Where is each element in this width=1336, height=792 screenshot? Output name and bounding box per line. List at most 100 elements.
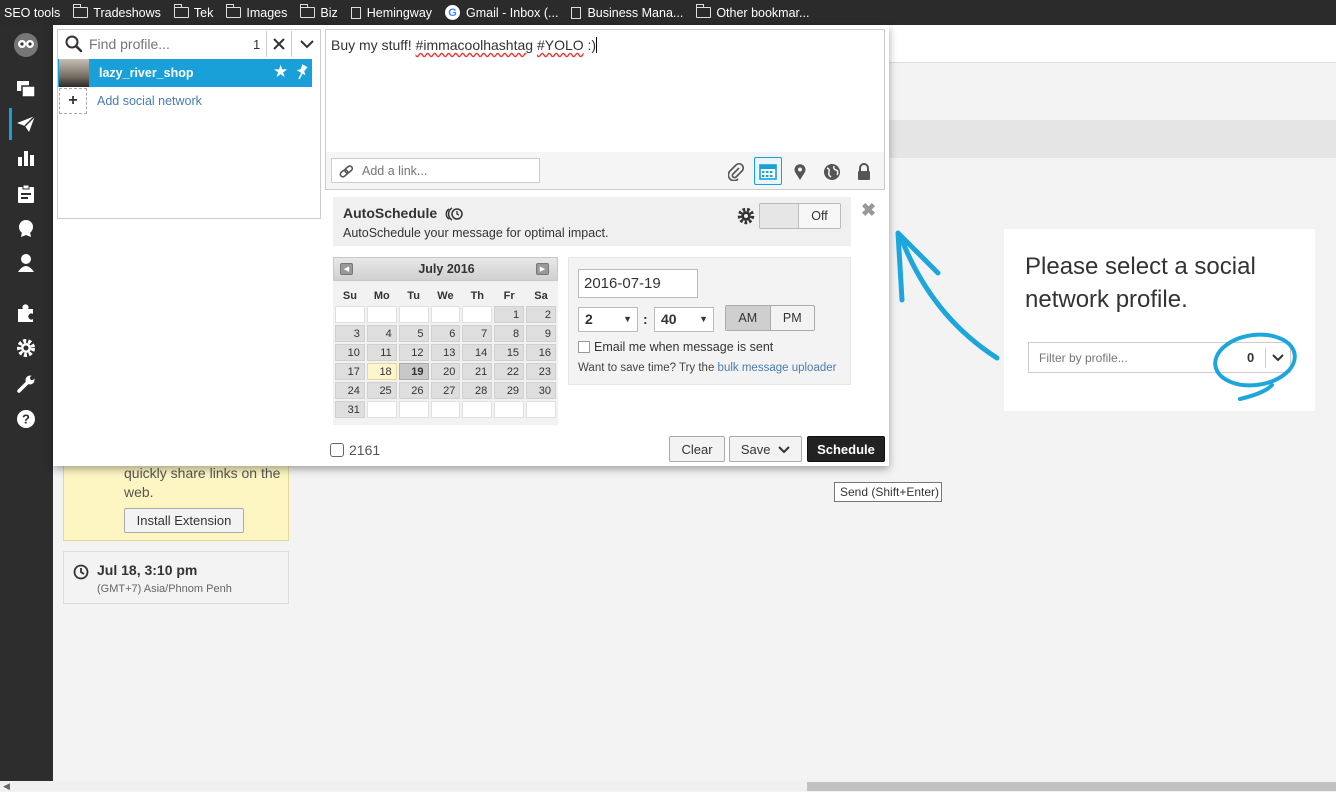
calendar-day[interactable]: 19 <box>398 363 429 380</box>
calendar-day[interactable]: 23 <box>526 363 556 380</box>
filter-profile-input[interactable] <box>1029 343 1219 372</box>
minute-select[interactable]: 40 ▼ <box>654 307 714 332</box>
calendar-day[interactable]: 31 <box>335 401 365 418</box>
calendar-day[interactable]: 15 <box>494 344 525 361</box>
instagram-icon <box>330 443 344 457</box>
calendar-day[interactable]: 1 <box>494 306 525 323</box>
calendar-icon[interactable] <box>754 157 782 185</box>
bookmark-other[interactable]: Other bookmar... <box>696 4 809 20</box>
calendar-day[interactable]: 13 <box>430 344 461 361</box>
tools-icon[interactable] <box>12 370 40 398</box>
schedule-button[interactable]: Schedule <box>807 436 885 462</box>
calendar-day[interactable]: 11 <box>366 344 397 361</box>
bookmark-business-manager[interactable]: Business Mana... <box>571 6 683 20</box>
clear-profiles-icon[interactable] <box>266 31 291 57</box>
contacts-icon[interactable] <box>12 249 40 277</box>
message-text[interactable]: Buy my stuff! #immacoolhashtag #YOLO :) <box>331 37 598 53</box>
hour-select[interactable]: 2 ▼ <box>578 307 638 332</box>
am-button[interactable]: AM <box>726 306 771 330</box>
bulk-uploader-link[interactable]: bulk message uploader <box>718 362 837 374</box>
chevron-down-icon[interactable] <box>1265 348 1289 368</box>
calendar-day[interactable]: 7 <box>462 325 493 342</box>
calendar-day[interactable]: 6 <box>430 325 461 342</box>
bookmark-images[interactable]: Images <box>226 4 287 20</box>
svg-text:?: ? <box>22 412 30 427</box>
apps-icon[interactable] <box>12 299 40 327</box>
calendar-day[interactable]: 20 <box>430 363 461 380</box>
calendar-day[interactable]: 9 <box>526 325 556 342</box>
pin-icon[interactable] <box>295 64 309 83</box>
calendar-header: ◀ July 2016 ▶ <box>333 257 558 281</box>
calendar-day[interactable]: 8 <box>494 325 525 342</box>
weekday-label: Sa <box>534 290 548 302</box>
calendar-day[interactable]: 22 <box>494 363 525 380</box>
date-input[interactable] <box>578 269 698 298</box>
star-icon[interactable]: ★ <box>273 62 288 82</box>
gear-icon[interactable] <box>737 207 755 228</box>
save-button[interactable]: Save <box>729 436 802 462</box>
calendar-day[interactable]: 27 <box>430 382 461 399</box>
profile-item[interactable]: lazy_river_shop ★ <box>58 59 312 87</box>
calendar-day[interactable]: 21 <box>462 363 493 380</box>
email-notify-checkbox[interactable] <box>578 341 590 353</box>
calendar-empty-cell <box>430 401 461 418</box>
calendar-day[interactable]: 4 <box>366 325 397 342</box>
next-month-icon[interactable]: ▶ <box>536 263 549 275</box>
calendar-day[interactable]: 5 <box>398 325 429 342</box>
publisher-icon[interactable] <box>12 110 40 138</box>
attachment-icon[interactable] <box>723 159 749 185</box>
calendar-day[interactable]: 17 <box>335 363 365 380</box>
add-social-network-link[interactable]: Add social network <box>97 94 202 108</box>
campaigns-icon[interactable] <box>12 214 40 242</box>
calendar-day[interactable]: 26 <box>398 382 429 399</box>
lock-icon[interactable] <box>851 159 877 185</box>
help-icon[interactable]: ? <box>12 405 40 433</box>
bookmark-seo-tools[interactable]: SEO tools <box>4 6 60 20</box>
calendar-day[interactable]: 14 <box>462 344 493 361</box>
analytics-icon[interactable] <box>12 144 40 172</box>
globe-icon[interactable] <box>819 159 845 185</box>
find-profile-input[interactable] <box>89 33 239 55</box>
assignments-icon[interactable] <box>12 180 40 208</box>
link-field[interactable] <box>331 158 540 183</box>
autoschedule-toggle[interactable]: Off <box>759 203 841 229</box>
streams-icon[interactable] <box>12 75 40 103</box>
timezone-label: (GMT+7) Asia/Phnom Penh <box>97 583 232 595</box>
header-band <box>885 120 1336 158</box>
annotation-arrowhead <box>895 230 941 303</box>
bookmark-tek[interactable]: Tek <box>173 4 213 20</box>
calendar-day[interactable]: 25 <box>366 382 397 399</box>
clear-button[interactable]: Clear <box>669 436 725 462</box>
add-link-input[interactable] <box>362 159 537 182</box>
bookmark-gmail[interactable]: G Gmail - Inbox (... <box>445 5 558 20</box>
calendar-day[interactable]: 12 <box>398 344 429 361</box>
bookmark-biz[interactable]: Biz <box>300 4 338 20</box>
bookmark-hemingway[interactable]: Hemingway <box>350 6 432 20</box>
add-network-icon[interactable]: + <box>59 88 87 114</box>
weekday-label: Mo <box>373 290 390 302</box>
scroll-left-icon[interactable]: ◀ <box>3 781 10 792</box>
calendar-empty-cell <box>366 306 397 323</box>
calendar-day[interactable]: 18 <box>366 363 397 380</box>
chevron-down-icon[interactable] <box>291 31 321 57</box>
profile-filter[interactable]: 0 <box>1028 342 1291 373</box>
bookmark-tradeshows[interactable]: Tradeshows <box>73 4 161 20</box>
owl-logo-icon[interactable] <box>12 31 40 59</box>
location-pin-icon[interactable] <box>787 159 813 185</box>
dropdown-arrow-icon: ▼ <box>699 314 708 324</box>
close-icon[interactable]: ✖ <box>861 200 876 221</box>
calendar-day[interactable]: 2 <box>526 306 556 323</box>
settings-icon[interactable] <box>12 334 40 362</box>
text-caret <box>596 37 598 53</box>
calendar-day[interactable]: 16 <box>526 344 556 361</box>
calendar-day[interactable]: 28 <box>462 382 493 399</box>
calendar-day[interactable]: 3 <box>335 325 365 342</box>
pm-button[interactable]: PM <box>770 306 814 330</box>
calendar-day[interactable]: 10 <box>335 344 365 361</box>
install-extension-button[interactable]: Install Extension <box>124 508 244 533</box>
calendar-day[interactable]: 24 <box>335 382 365 399</box>
calendar-day[interactable]: 29 <box>494 382 525 399</box>
weekday-label: Su <box>342 290 357 302</box>
calendar-day[interactable]: 30 <box>526 382 556 399</box>
scrollbar-thumb[interactable] <box>807 782 1336 791</box>
